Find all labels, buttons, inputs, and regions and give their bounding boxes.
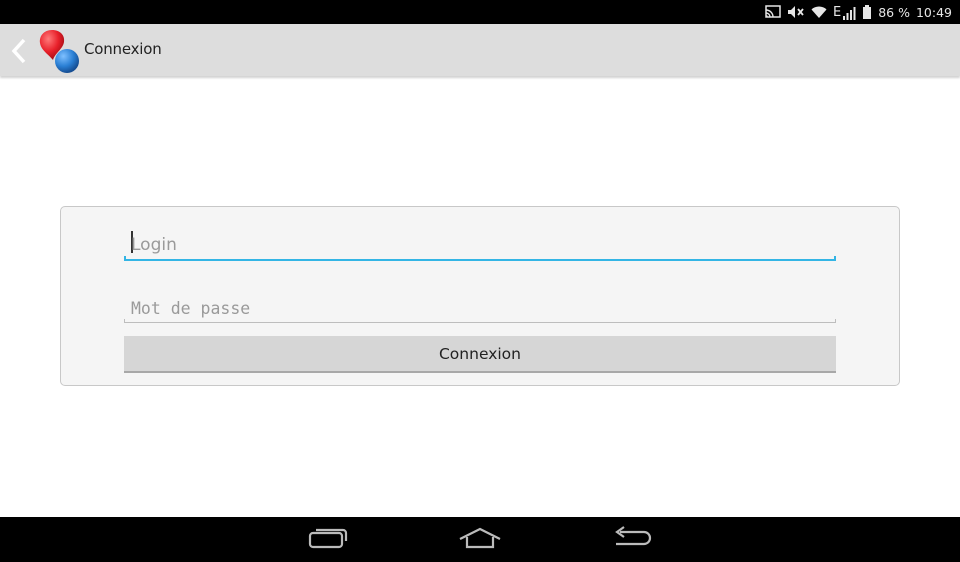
network-type-label: E	[832, 4, 842, 20]
cast-icon	[765, 5, 781, 19]
field-edge-left	[124, 319, 125, 323]
home-button[interactable]	[440, 517, 520, 562]
clock: 10:49	[915, 4, 952, 20]
login-input[interactable]: Login	[124, 221, 836, 261]
login-form: Login Mot de passe Connexion	[60, 206, 900, 386]
battery-icon	[862, 5, 872, 19]
page-title: Connexion	[84, 40, 162, 58]
recent-apps-button[interactable]	[288, 517, 368, 562]
back-icon	[612, 525, 652, 554]
password-input[interactable]: Mot de passe	[124, 283, 836, 323]
navigation-bar	[0, 517, 960, 562]
app-logo-icon	[36, 27, 90, 77]
action-bar: Connexion	[0, 24, 960, 76]
back-button[interactable]	[592, 517, 672, 562]
recent-apps-icon	[308, 527, 348, 553]
wifi-icon	[811, 5, 827, 19]
back-chevron-icon	[10, 38, 28, 68]
signal-icon: E	[833, 5, 856, 20]
field-edge-right	[834, 256, 836, 261]
status-bar: E 86 % 10:49	[0, 0, 960, 24]
connexion-button[interactable]: Connexion	[124, 336, 836, 373]
up-navigation-button[interactable]	[6, 24, 90, 76]
password-placeholder: Mot de passe	[131, 299, 251, 318]
login-placeholder: Login	[131, 235, 177, 255]
home-icon	[458, 526, 502, 554]
battery-percent: 86 %	[878, 4, 910, 20]
mute-icon	[787, 5, 805, 19]
field-edge-left	[124, 256, 126, 261]
field-edge-right	[835, 319, 836, 323]
